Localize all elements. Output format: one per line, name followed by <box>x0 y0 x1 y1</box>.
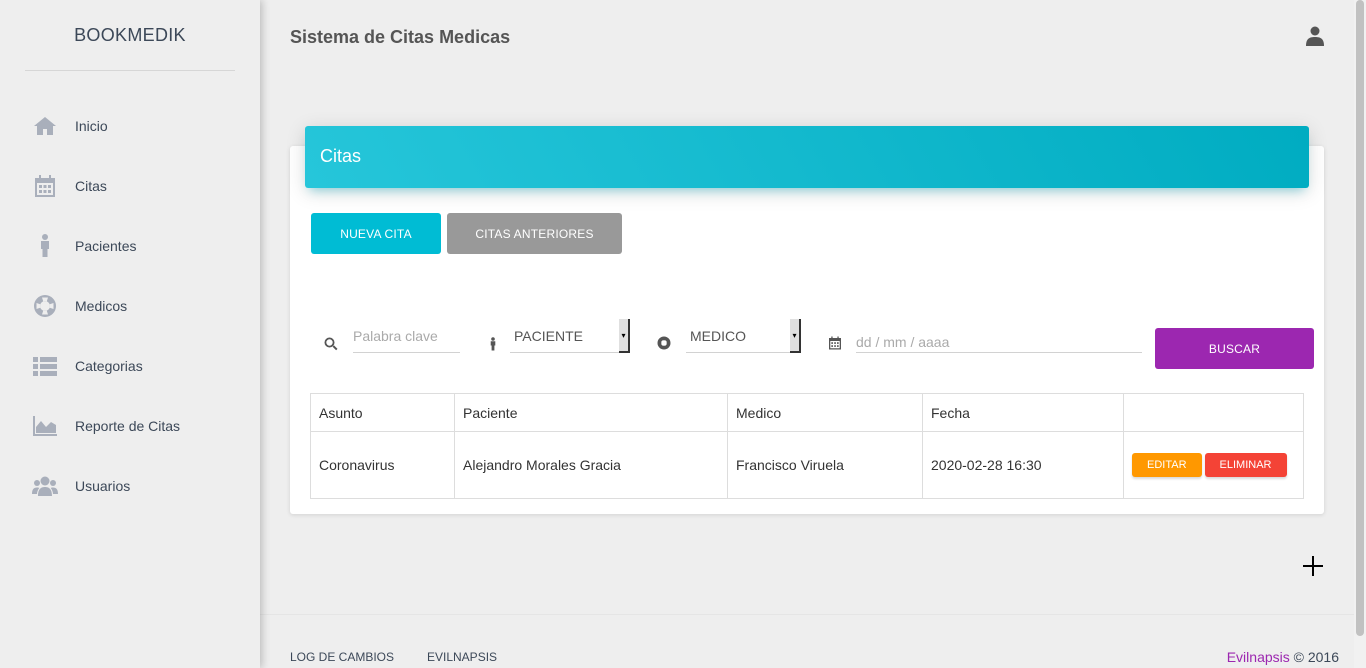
column-header: Fecha <box>922 393 1124 432</box>
appointments-table: Asunto Paciente Medico Fecha Coronavirus… <box>310 393 1304 499</box>
sidebar-nav: Inicio Citas Pacientes Medicos Categoria… <box>0 96 260 516</box>
users-icon <box>32 473 58 499</box>
life-ring-icon <box>32 293 58 319</box>
area-chart-icon <box>32 413 58 439</box>
home-icon <box>32 113 58 139</box>
sidebar-item-categorias[interactable]: Categorias <box>0 336 260 396</box>
column-header: Medico <box>727 393 923 432</box>
cell-medico: Francisco Viruela <box>727 431 923 499</box>
person-icon <box>32 233 58 259</box>
list-icon <box>32 353 58 379</box>
doctor-select[interactable]: MEDICO ▾ <box>686 319 801 353</box>
previous-appointments-button[interactable]: Citas Anteriores <box>447 213 622 254</box>
brand-logo[interactable]: BOOKMEDIK <box>25 0 235 71</box>
column-header <box>1123 393 1304 432</box>
patient-select[interactable]: PACIENTE ▾ <box>510 319 630 353</box>
sidebar-item-label: Reporte de Citas <box>75 418 181 434</box>
sidebar-item-medicos[interactable]: Medicos <box>0 276 260 336</box>
footer-link-evilnapsis[interactable]: Evilnapsis <box>427 650 497 664</box>
sidebar: BOOKMEDIK Inicio Citas Pacientes Medicos <box>0 0 260 668</box>
cell-fecha: 2020-02-28 16:30 <box>922 431 1124 499</box>
sidebar-item-pacientes[interactable]: Pacientes <box>0 216 260 276</box>
table-row: Coronavirus Alejandro Morales Gracia Fra… <box>310 431 1304 499</box>
cell-actions: Editar Eliminar <box>1123 431 1304 499</box>
footer-brand-link[interactable]: Evilnapsis <box>1227 649 1290 665</box>
sidebar-item-label: Usuarios <box>75 478 131 494</box>
search-button[interactable]: Buscar <box>1155 328 1314 369</box>
new-appointment-button[interactable]: Nueva Cita <box>311 213 441 254</box>
crosshair-cursor-icon <box>1303 556 1323 576</box>
card-title: Citas <box>305 126 1309 188</box>
cell-asunto: Coronavirus <box>310 431 455 499</box>
chevron-down-icon: ▾ <box>619 319 630 353</box>
sidebar-item-label: Citas <box>75 178 107 194</box>
table-header-row: Asunto Paciente Medico Fecha <box>310 393 1304 432</box>
sidebar-item-reporte[interactable]: Reporte de Citas <box>0 396 260 456</box>
scrollbar-thumb[interactable] <box>1356 0 1364 636</box>
sidebar-item-label: Categorias <box>75 358 143 374</box>
footer-copyright: Evilnapsis © 2016 <box>1227 649 1339 665</box>
person-icon <box>486 337 502 353</box>
search-icon <box>324 337 340 353</box>
edit-button[interactable]: Editar <box>1132 453 1202 477</box>
delete-button[interactable]: Eliminar <box>1204 453 1287 477</box>
sidebar-item-label: Pacientes <box>75 238 137 254</box>
life-ring-icon <box>657 336 673 352</box>
footer-divider <box>260 614 1354 615</box>
footer-link-changelog[interactable]: Log de Cambios <box>290 650 394 664</box>
page-title: Sistema de Citas Medicas <box>290 27 511 47</box>
column-header: Paciente <box>454 393 728 432</box>
date-input[interactable] <box>856 332 1142 353</box>
chevron-down-icon: ▾ <box>790 319 801 353</box>
calendar-icon <box>32 173 58 199</box>
sidebar-item-inicio[interactable]: Inicio <box>0 96 260 156</box>
sidebar-item-citas[interactable]: Citas <box>0 156 260 216</box>
cell-paciente: Alejandro Morales Gracia <box>454 431 728 499</box>
keyword-input[interactable] <box>353 320 460 353</box>
calendar-icon <box>828 336 844 352</box>
doctor-select-value: MEDICO <box>690 327 746 344</box>
column-header: Asunto <box>310 393 455 432</box>
patient-select-value: PACIENTE <box>514 327 583 344</box>
sidebar-item-usuarios[interactable]: Usuarios <box>0 456 260 516</box>
sidebar-item-label: Medicos <box>75 298 128 314</box>
user-icon[interactable] <box>1306 26 1326 48</box>
sidebar-item-label: Inicio <box>75 118 108 134</box>
copyright-text: © 2016 <box>1293 649 1339 665</box>
